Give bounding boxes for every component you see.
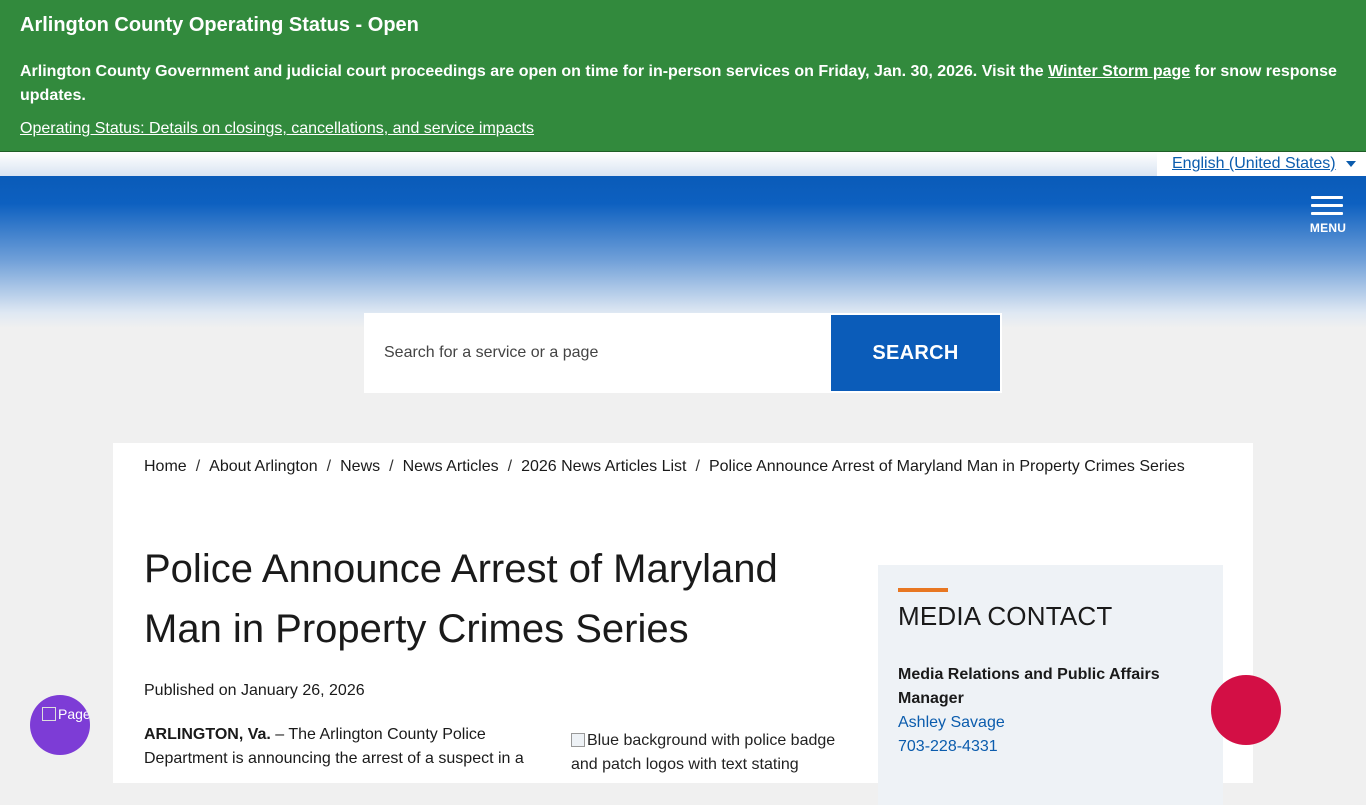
- breadcrumb-separator: /: [507, 458, 513, 475]
- breadcrumb-news-articles[interactable]: News Articles: [403, 458, 499, 475]
- hamburger-icon: [1311, 196, 1343, 216]
- pageassist-alt: PageAssist Personalization Options: [58, 706, 90, 722]
- breadcrumb-news[interactable]: News: [340, 458, 380, 475]
- operating-status-banner: Arlington County Operating Status - Open…: [0, 0, 1366, 152]
- media-contact-box: MEDIA CONTACT Media Relations and Public…: [878, 565, 1223, 805]
- language-strip: English (United States): [0, 152, 1366, 176]
- accent-bar: [898, 588, 948, 592]
- published-date: Published on January 26, 2026: [144, 682, 365, 699]
- winter-storm-link[interactable]: Winter Storm page: [1048, 63, 1190, 80]
- search-button[interactable]: SEARCH: [831, 315, 1000, 391]
- article-image: Blue background with police badge and pa…: [571, 729, 851, 777]
- broken-image-icon: [42, 707, 56, 721]
- status-title: Arlington County Operating Status - Open: [20, 14, 419, 36]
- search-input[interactable]: [364, 313, 830, 393]
- chat-button[interactable]: [1211, 675, 1281, 745]
- status-message-text: Arlington County Government and judicial…: [20, 63, 1049, 80]
- breadcrumb-about-arlington[interactable]: About Arlington: [209, 458, 318, 475]
- media-contact-heading: MEDIA CONTACT: [898, 601, 1113, 631]
- site-header: [0, 176, 1366, 328]
- menu-label: MENU: [1309, 221, 1347, 235]
- pageassist-image: PageAssist Personalization Options: [42, 707, 90, 722]
- breadcrumb-current: Police Announce Arrest of Maryland Man i…: [708, 458, 1185, 475]
- pageassist-button[interactable]: PageAssist Personalization Options: [30, 695, 90, 755]
- article-lead: ARLINGTON, Va. – The Arlington County Po…: [144, 723, 544, 771]
- breadcrumb: Home / About Arlington / News / News Articles /…: [144, 455, 1194, 479]
- language-selector[interactable]: English (United States): [1157, 152, 1366, 176]
- operating-status-details-link[interactable]: Operating Status: Details on closings, c…: [20, 118, 534, 140]
- breadcrumb-separator: /: [695, 458, 700, 475]
- breadcrumb-home[interactable]: Home: [144, 458, 187, 475]
- page-title: Police Announce Arrest of Maryland Man i…: [144, 547, 778, 651]
- breadcrumb-separator: /: [326, 458, 332, 475]
- breadcrumb-separator: /: [389, 458, 394, 475]
- breadcrumb-2026-news-articles-list[interactable]: 2026 News Articles List: [521, 458, 686, 475]
- search-bar: SEARCH: [364, 313, 1002, 393]
- contact-phone-link[interactable]: 703-228-4331: [898, 735, 998, 759]
- status-message: Arlington County Government and judicial…: [20, 60, 1350, 108]
- caret-down-icon: [1346, 161, 1356, 167]
- broken-image-icon: [571, 733, 585, 747]
- breadcrumb-separator: /: [195, 458, 201, 475]
- contact-role: Media Relations and Public Affairs Manag…: [898, 666, 1160, 707]
- contact-name-link[interactable]: Ashley Savage: [898, 711, 1005, 735]
- article-dateline: ARLINGTON, Va.: [144, 726, 271, 743]
- article-image-alt: Blue background with police badge and pa…: [571, 732, 836, 773]
- menu-button[interactable]: MENU: [1306, 194, 1350, 238]
- language-selected[interactable]: English (United States): [1172, 155, 1336, 173]
- content-card: Home / About Arlington / News / News Articles /…: [113, 443, 1253, 805]
